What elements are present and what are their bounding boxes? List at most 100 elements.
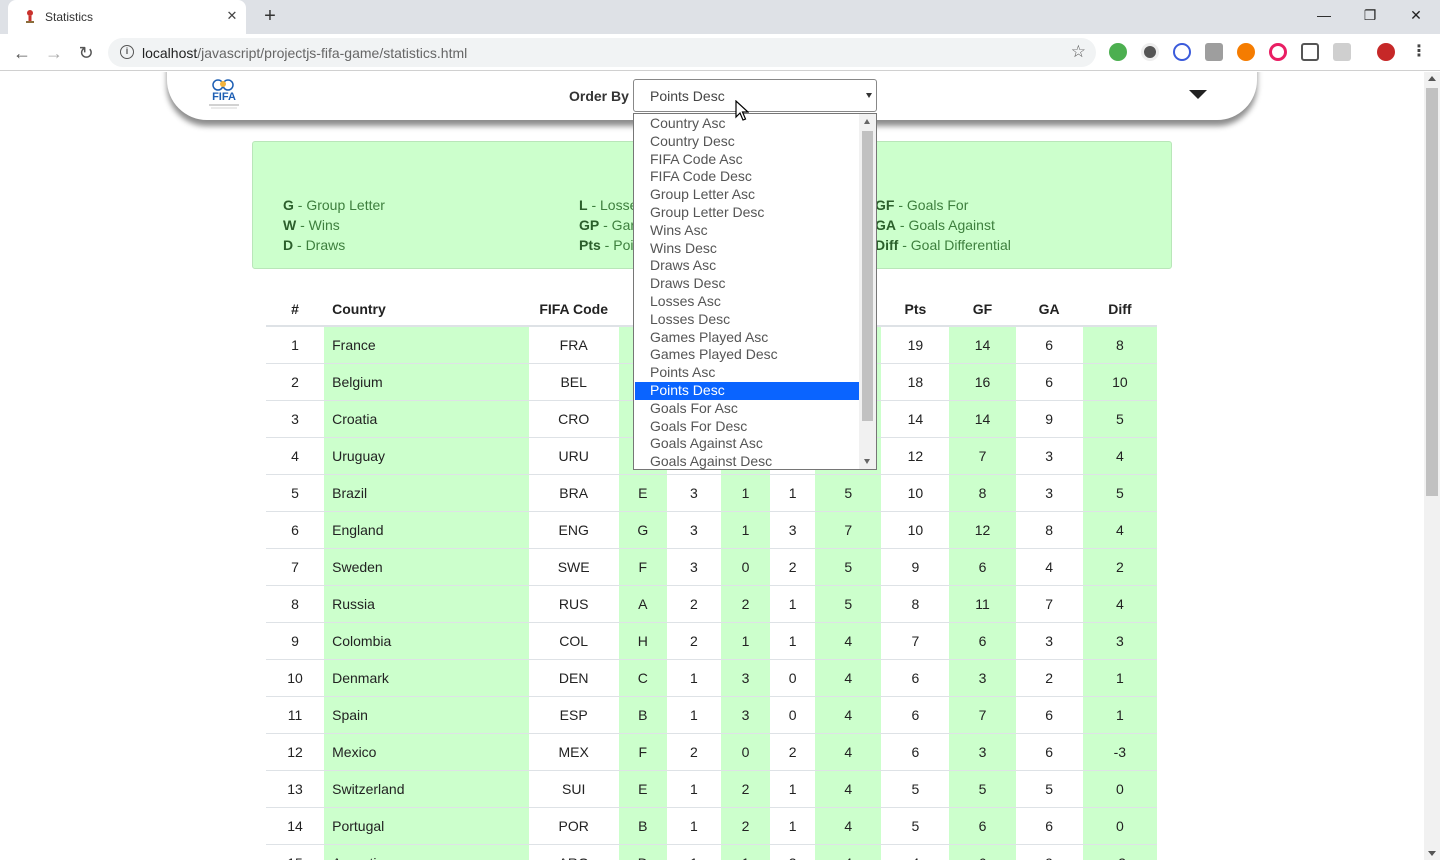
code-extension-icon[interactable] bbox=[1205, 43, 1223, 61]
table-cell: 1 bbox=[720, 621, 771, 659]
table-cell: 6 bbox=[1015, 695, 1083, 733]
table-cell: 11 bbox=[949, 584, 1016, 622]
table-cell: 8 bbox=[266, 584, 325, 622]
dropdown-option[interactable]: FIFA Code Asc bbox=[634, 151, 860, 169]
dropdown-option[interactable]: Goals Against Desc bbox=[634, 453, 860, 469]
browser-tab-strip: Statistics ✕ + — ❐ ✕ bbox=[0, 0, 1440, 34]
url-text: localhost/javascript/projectjs-fifa-game… bbox=[142, 45, 468, 61]
block-extension-icon[interactable] bbox=[1173, 43, 1191, 61]
star-icon[interactable]: ☆ bbox=[1071, 42, 1086, 62]
browser-tab[interactable]: Statistics ✕ bbox=[8, 0, 246, 34]
table-cell: 3 bbox=[666, 547, 721, 585]
table-cell: 4 bbox=[815, 732, 882, 770]
legend-item: D - Draws bbox=[283, 237, 346, 253]
minimize-icon[interactable]: — bbox=[1312, 4, 1336, 26]
dropdown-option[interactable]: Country Desc bbox=[634, 133, 860, 151]
table-cell: 5 bbox=[1082, 399, 1157, 437]
table-cell: Portugal bbox=[324, 806, 529, 844]
caret-down-icon[interactable] bbox=[1189, 90, 1207, 99]
table-cell: URU bbox=[528, 436, 619, 474]
dropdown-option[interactable]: Goals For Desc bbox=[634, 418, 860, 436]
profile-avatar[interactable] bbox=[1377, 43, 1395, 61]
table-cell: 12 bbox=[881, 436, 950, 474]
page-scrollbar[interactable] bbox=[1424, 72, 1440, 860]
reload-icon[interactable]: ↻ bbox=[74, 41, 98, 65]
plus-icon[interactable]: + bbox=[260, 6, 280, 26]
legend-item: Pts - Poi bbox=[579, 237, 634, 253]
table-cell: 4 bbox=[266, 436, 325, 474]
fifa-logo: FIFA bbox=[209, 79, 239, 109]
table-cell: 0 bbox=[720, 732, 771, 770]
dropdown-option[interactable]: Draws Asc bbox=[634, 257, 860, 275]
screenshot-extension-icon[interactable] bbox=[1301, 43, 1319, 61]
legend-item: GP - Gar bbox=[579, 217, 636, 233]
table-cell: England bbox=[324, 510, 529, 548]
close-window-icon[interactable]: ✕ bbox=[1404, 4, 1428, 26]
table-cell: H bbox=[618, 621, 667, 659]
dropdown-scrollbar[interactable] bbox=[859, 114, 876, 469]
table-row: 11 Spain ESP B 1 3 0 4 6 7 6 1 bbox=[266, 695, 1157, 733]
table-cell: 6 bbox=[1015, 732, 1083, 770]
table-cell: 18 bbox=[881, 362, 950, 400]
legend-item: Diff - Goal Differential bbox=[875, 237, 1011, 253]
order-by-options-list[interactable]: Country Asc Country Desc FIFA Code Asc FIFA… bbox=[633, 113, 877, 470]
table-cell: B bbox=[618, 806, 667, 844]
table-cell: 6 bbox=[1015, 806, 1083, 844]
close-icon[interactable]: ✕ bbox=[224, 8, 240, 24]
dropdown-option[interactable]: Losses Asc bbox=[634, 293, 860, 311]
table-cell: Russia bbox=[324, 584, 529, 622]
table-cell: MEX bbox=[528, 732, 619, 770]
table-cell: 1 bbox=[770, 806, 816, 844]
dropdown-option[interactable]: Goals Against Asc bbox=[634, 435, 860, 453]
info-icon[interactable]: i bbox=[120, 45, 134, 59]
extension-icon[interactable] bbox=[1141, 43, 1159, 61]
dropdown-option[interactable]: Games Played Desc bbox=[634, 346, 860, 364]
restore-icon[interactable]: ❐ bbox=[1358, 4, 1382, 26]
table-cell: 6 bbox=[881, 695, 950, 733]
table-cell: C bbox=[618, 658, 667, 696]
dropdown-option[interactable]: Draws Desc bbox=[634, 275, 860, 293]
scroll-up-arrow-icon[interactable] bbox=[864, 119, 870, 124]
orange-extension-icon[interactable] bbox=[1237, 43, 1255, 61]
scrollbar-thumb[interactable] bbox=[1426, 88, 1438, 496]
table-row: 13 Switzerland SUI E 1 2 1 4 5 5 5 0 bbox=[266, 769, 1157, 807]
scroll-down-arrow-icon[interactable] bbox=[1428, 851, 1436, 856]
scroll-down-arrow-icon[interactable] bbox=[864, 459, 870, 464]
kebab-menu-icon[interactable]: ⋮ bbox=[1411, 43, 1427, 61]
legend-column-1: G - Group Letter W - Wins D - Draws bbox=[283, 195, 385, 255]
table-cell: 13 bbox=[266, 769, 325, 807]
dropdown-option[interactable]: Group Letter Asc bbox=[634, 186, 860, 204]
table-cell: 5 bbox=[949, 769, 1016, 807]
table-cell: 2 bbox=[266, 362, 325, 400]
dropdown-option[interactable]: Losses Desc bbox=[634, 311, 860, 329]
table-cell: 5 bbox=[815, 473, 882, 511]
table-row: 5 Brazil BRA E 3 1 1 5 10 8 3 5 bbox=[266, 473, 1157, 511]
table-cell: 6 bbox=[266, 510, 325, 548]
table-cell: 10 bbox=[881, 510, 950, 548]
dropdown-option[interactable]: Goals For Asc bbox=[634, 400, 860, 418]
dropdown-option[interactable]: Points Desc bbox=[635, 382, 859, 400]
dropdown-option[interactable]: Group Letter Desc bbox=[634, 204, 860, 222]
forward-icon[interactable]: → bbox=[42, 41, 66, 65]
table-cell: 2 bbox=[666, 621, 721, 659]
dropdown-option[interactable]: Games Played Asc bbox=[634, 329, 860, 347]
dropdown-option[interactable]: FIFA Code Desc bbox=[634, 168, 860, 186]
record-extension-icon[interactable] bbox=[1269, 43, 1287, 61]
scroll-up-arrow-icon[interactable] bbox=[1428, 76, 1436, 81]
chat-extension-icon[interactable] bbox=[1333, 43, 1351, 61]
shield-extension-icon[interactable] bbox=[1109, 43, 1127, 61]
order-by-select[interactable]: Points Desc bbox=[633, 79, 877, 112]
dropdown-option[interactable]: Wins Asc bbox=[634, 222, 860, 240]
table-cell: DEN bbox=[528, 658, 619, 696]
dropdown-option[interactable]: Points Asc bbox=[634, 364, 860, 382]
dropdown-option[interactable]: Wins Desc bbox=[634, 240, 860, 258]
address-bar[interactable]: i localhost/javascript/projectjs-fifa-ga… bbox=[108, 38, 1096, 67]
dropdown-scrollbar-thumb[interactable] bbox=[862, 131, 873, 421]
table-cell: 19 bbox=[881, 325, 950, 363]
table-cell: Denmark bbox=[324, 658, 529, 696]
table-cell: 1 bbox=[1082, 658, 1157, 696]
table-cell: 8 bbox=[1015, 510, 1083, 548]
table-cell: Croatia bbox=[324, 399, 529, 437]
table-cell: 5 bbox=[881, 806, 950, 844]
back-icon[interactable]: ← bbox=[10, 41, 34, 65]
